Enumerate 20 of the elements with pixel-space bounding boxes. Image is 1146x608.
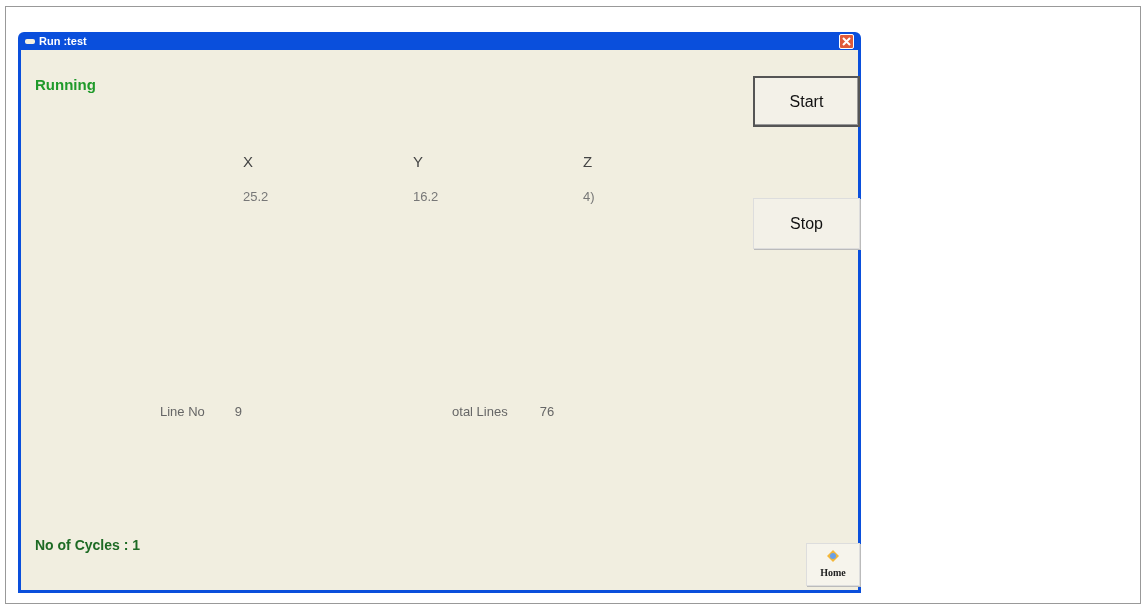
line-no-label: Line No <box>160 402 205 421</box>
axis-value: 16.2 <box>413 188 439 206</box>
app-icon <box>25 37 35 45</box>
axis-label: Y <box>413 151 423 172</box>
close-icon <box>842 36 851 46</box>
window-title: Run :test <box>39 33 87 49</box>
home-icon <box>826 549 840 563</box>
total-lines-value: 76 <box>539 402 555 421</box>
total-lines-label: otal Lines <box>452 402 508 421</box>
close-button[interactable] <box>839 33 854 49</box>
cycles-text: No of Cycles : 1 <box>35 536 141 555</box>
home-button[interactable]: Home <box>806 543 860 586</box>
line-no-value: 9 <box>234 402 243 421</box>
axis-label: X <box>243 151 253 172</box>
status-text: Running <box>35 75 96 95</box>
axis-value: 25.2 <box>243 188 269 206</box>
axis-value: 4) <box>583 188 595 206</box>
command-button[interactable]: Stop <box>753 198 860 249</box>
command-button[interactable]: Start <box>753 76 860 127</box>
axis-label: Z <box>583 151 593 172</box>
